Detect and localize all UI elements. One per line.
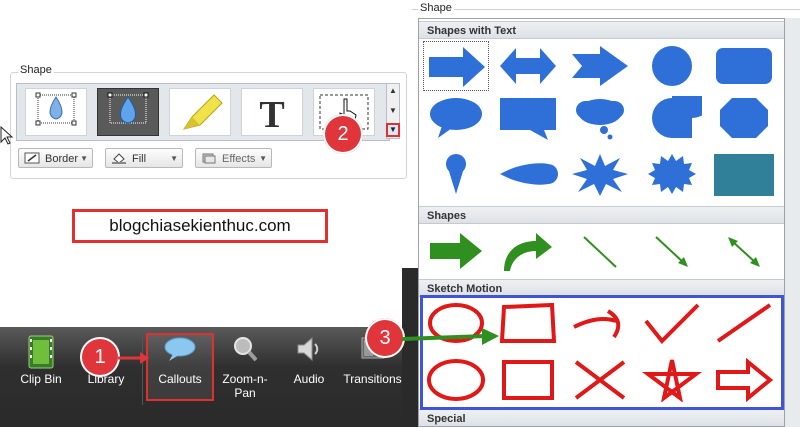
arrow-to-sketch-icon — [402, 328, 499, 345]
sketch-motion-highlight-box — [420, 295, 784, 410]
shape-line-arrow[interactable] — [639, 226, 705, 276]
section-header-shapes: Shapes — [419, 206, 784, 224]
shape-octagon[interactable] — [711, 93, 777, 143]
gallery-expand-button[interactable]: ▼ — [386, 123, 400, 137]
fill-icon — [112, 153, 126, 164]
right-edge-area — [785, 18, 800, 427]
toolbar-audio[interactable]: Audio — [280, 327, 338, 411]
scroll-up-icon[interactable]: ▲ — [387, 84, 399, 98]
right-shape-group-label: Shape — [418, 2, 454, 14]
toolbar-item-label: Zoom-n- Pan — [222, 372, 268, 400]
shape-circle[interactable] — [639, 41, 705, 91]
toolbar-zoom-n-pan[interactable]: Zoom-n- Pan — [214, 327, 276, 411]
shape-explosion[interactable] — [567, 149, 633, 199]
toolbar-clip-bin[interactable]: Clip Bin — [8, 327, 74, 411]
speech-bubble-icon — [164, 337, 196, 361]
shape-thought-cloud[interactable] — [567, 93, 633, 143]
border-button[interactable]: Border ▼ — [18, 148, 93, 168]
toolbar-divider — [142, 330, 143, 405]
svg-text:T: T — [259, 94, 284, 135]
scroll-down-icon[interactable]: ▼ — [387, 104, 399, 118]
shape-preset-outline[interactable] — [25, 88, 87, 136]
shape-line[interactable] — [567, 226, 633, 276]
speaker-icon — [297, 336, 319, 362]
shape-preset-text[interactable]: T — [241, 88, 303, 136]
watermark-text: blogchiasekienthuc.com — [72, 209, 328, 243]
shape-rounded-rectangle[interactable] — [711, 41, 777, 91]
shape-speech-rectangle[interactable] — [495, 93, 561, 143]
shape-arrow-right[interactable] — [423, 41, 489, 91]
shape-speech-oval[interactable] — [423, 93, 489, 143]
shape-arrow-left-right[interactable] — [495, 41, 561, 91]
toolbar-item-label: Callouts — [158, 372, 202, 386]
shape-green-curved-arrow[interactable] — [495, 226, 561, 276]
section-header-shapes-with-text: Shapes with Text — [419, 21, 784, 39]
shape-chevron-arrow[interactable] — [567, 41, 633, 91]
chevron-down-icon: ▼ — [80, 154, 88, 163]
magnifier-icon — [234, 337, 258, 362]
shape-speech-circle[interactable] — [639, 93, 705, 143]
film-icon — [28, 335, 54, 369]
shape-preset-highlight[interactable] — [169, 88, 231, 136]
mouse-cursor-icon — [0, 126, 14, 145]
shape-line-double-arrow[interactable] — [711, 226, 777, 276]
border-icon — [24, 152, 40, 164]
right-frame-border — [412, 9, 800, 10]
chevron-down-icon: ▼ — [259, 154, 267, 163]
step-badge-2: 2 — [323, 114, 363, 154]
effects-button[interactable]: Effects ▼ — [195, 148, 272, 168]
toolbar-item-label: Clip Bin — [20, 372, 62, 386]
shape-green-arrow-right[interactable] — [423, 226, 489, 276]
toolbar-item-label: Audio — [293, 372, 325, 386]
shape-pin[interactable] — [423, 149, 489, 199]
step-badge-3: 3 — [365, 318, 405, 358]
shape-teal-rectangle[interactable] — [711, 149, 777, 199]
arrow-to-callouts-icon — [118, 352, 149, 364]
effects-icon — [202, 153, 216, 164]
toolbar-callouts[interactable]: Callouts — [148, 327, 212, 411]
shape-comet[interactable] — [495, 149, 561, 199]
border-label: Border — [45, 153, 79, 165]
shape-group-label: Shape — [18, 64, 54, 76]
section-header-special: Special — [419, 409, 784, 426]
effects-label: Effects — [222, 153, 256, 165]
step-badge-1: 1 — [80, 337, 120, 377]
fill-label: Fill — [132, 153, 147, 165]
shape-starburst[interactable] — [639, 149, 705, 199]
chevron-down-icon: ▼ — [170, 154, 178, 163]
toolbar-item-label: Transitions — [343, 372, 402, 386]
fill-button[interactable]: Fill ▼ — [105, 148, 183, 168]
shape-preset-drop-selected[interactable] — [97, 88, 159, 136]
